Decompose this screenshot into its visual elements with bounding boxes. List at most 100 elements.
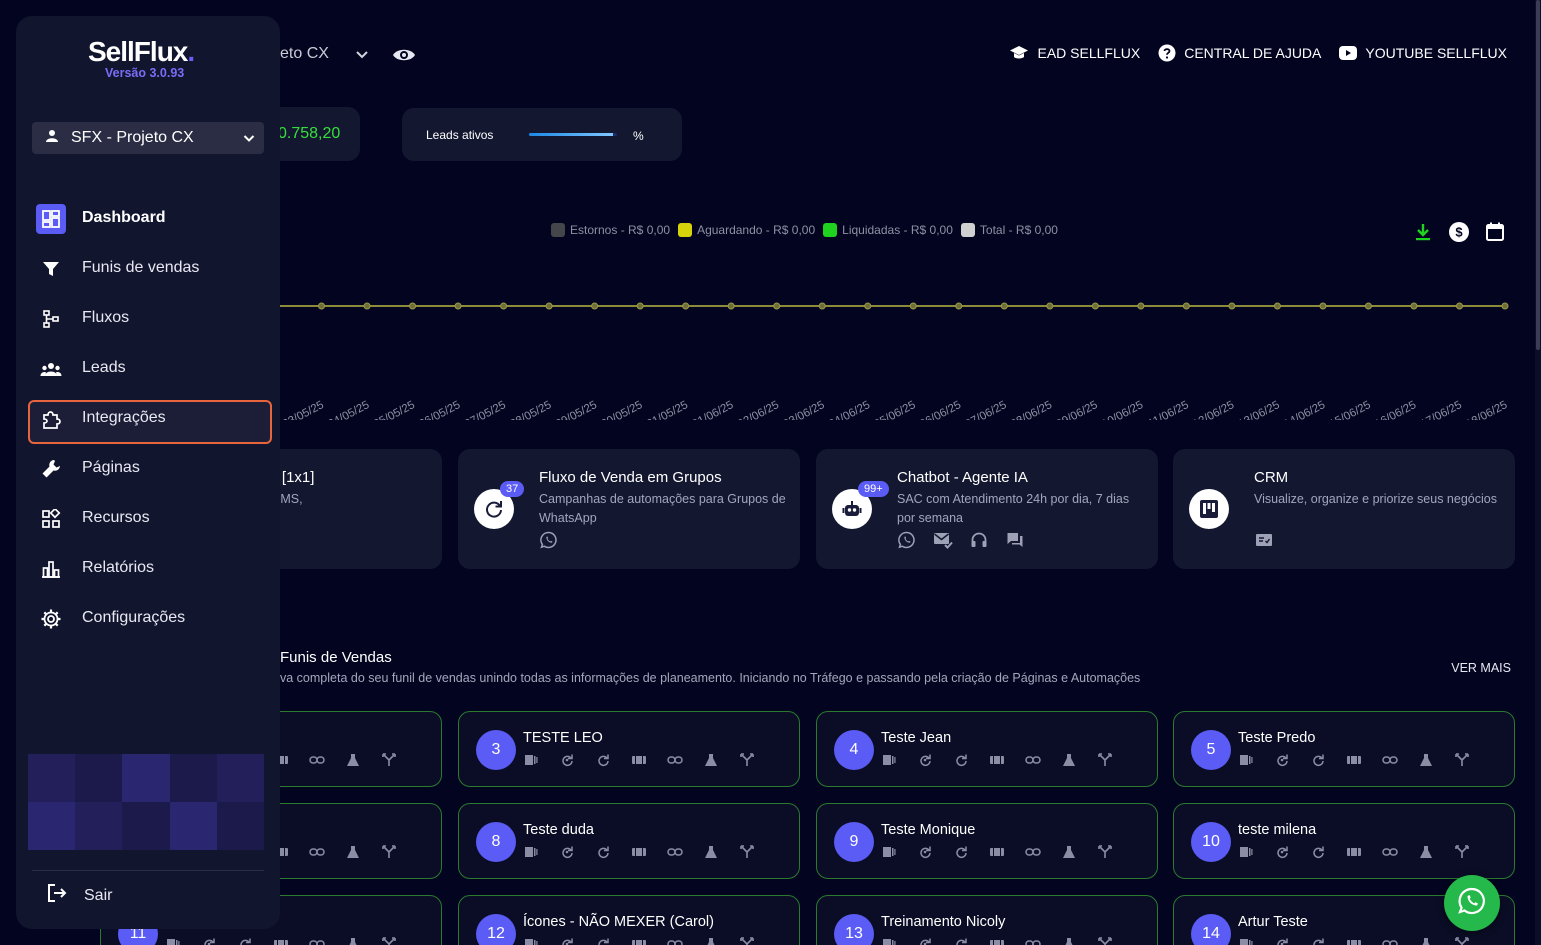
funnel-stage-sync-icon[interactable] bbox=[1274, 753, 1290, 767]
sidebar-item-integracoes[interactable]: Integrações bbox=[28, 394, 272, 444]
funnel-stage-sync-icon[interactable] bbox=[917, 845, 933, 859]
data-point[interactable] bbox=[818, 302, 826, 310]
funnel-stage-sync-icon[interactable] bbox=[1274, 845, 1290, 859]
funnel-stage-refresh-icon[interactable] bbox=[595, 845, 611, 859]
funnel-stage-pages-icon[interactable] bbox=[1238, 937, 1254, 945]
funnel-stage-flask-icon[interactable] bbox=[1418, 753, 1434, 767]
sidebar-item-dashboard[interactable]: Dashboard bbox=[28, 194, 268, 244]
data-point[interactable] bbox=[1137, 302, 1145, 310]
funnel-stage-link-icon[interactable] bbox=[309, 937, 325, 945]
data-point[interactable] bbox=[909, 302, 917, 310]
funnel-card[interactable]: 9 Teste Monique bbox=[816, 803, 1158, 879]
funnel-stage-flask-icon[interactable] bbox=[703, 753, 719, 767]
feature-group-flow-card[interactable]: 37 Fluxo de Venda em Grupos Campanhas de a… bbox=[458, 449, 800, 569]
feature-chatbot-card[interactable]: 99+ Chatbot - Agente IA SAC com Atendiment… bbox=[816, 449, 1158, 569]
funnel-stage-refresh-icon[interactable] bbox=[595, 937, 611, 945]
funnel-stage-refresh-icon[interactable] bbox=[595, 753, 611, 767]
legend-item[interactable]: Liquidadas - R$ 0,00 bbox=[823, 223, 953, 237]
sidebar-item-paginas[interactable]: Páginas bbox=[28, 444, 268, 494]
project-title-partial[interactable]: eto CX bbox=[280, 45, 329, 63]
data-point[interactable] bbox=[1182, 302, 1190, 310]
funnel-stage-flask-icon[interactable] bbox=[1418, 937, 1434, 945]
funnel-stage-pages-icon[interactable] bbox=[881, 937, 897, 945]
data-point[interactable] bbox=[1319, 302, 1327, 310]
funnel-stage-video-icon[interactable] bbox=[1346, 937, 1362, 945]
data-point[interactable] bbox=[1000, 302, 1008, 310]
data-point[interactable] bbox=[545, 302, 553, 310]
funnel-stage-video-icon[interactable] bbox=[989, 845, 1005, 859]
download-icon[interactable] bbox=[1412, 221, 1434, 248]
data-point[interactable] bbox=[1228, 302, 1236, 310]
funnel-stage-split-icon[interactable] bbox=[1454, 845, 1470, 859]
sellflux-logo[interactable]: SellFlux. bbox=[88, 36, 195, 68]
funnel-stage-link-icon[interactable] bbox=[1025, 937, 1041, 945]
funnel-stage-flask-icon[interactable] bbox=[345, 845, 361, 859]
funnel-stage-sync-icon[interactable] bbox=[559, 937, 575, 945]
funnel-stage-split-icon[interactable] bbox=[1097, 845, 1113, 859]
funnel-stage-refresh-icon[interactable] bbox=[1310, 937, 1326, 945]
data-point[interactable] bbox=[1046, 302, 1054, 310]
chevron-down-icon[interactable] bbox=[354, 46, 370, 67]
funnel-card[interactable]: 10 teste milena bbox=[1173, 803, 1515, 879]
funnel-stage-pages-icon[interactable] bbox=[165, 937, 181, 945]
funnel-stage-pages-icon[interactable] bbox=[881, 845, 897, 859]
data-point[interactable] bbox=[636, 302, 644, 310]
funnel-stage-sync-icon[interactable] bbox=[559, 753, 575, 767]
sidebar-item-configuracoes[interactable]: Configurações bbox=[28, 594, 268, 644]
funnel-stage-sync-icon[interactable] bbox=[1274, 937, 1290, 945]
data-point[interactable] bbox=[955, 302, 963, 310]
funnel-stage-link-icon[interactable] bbox=[1025, 845, 1041, 859]
data-point[interactable] bbox=[864, 302, 872, 310]
funnel-stage-pages-icon[interactable] bbox=[523, 753, 539, 767]
funnel-stage-video-icon[interactable] bbox=[989, 937, 1005, 945]
funnel-stage-refresh-icon[interactable] bbox=[953, 753, 969, 767]
funnel-stage-link-icon[interactable] bbox=[1382, 937, 1398, 945]
data-point[interactable] bbox=[1501, 302, 1509, 310]
ver-mais-link[interactable]: VER MAIS bbox=[1451, 661, 1511, 675]
data-point[interactable] bbox=[727, 302, 735, 310]
legend-item[interactable]: Aguardando - R$ 0,00 bbox=[678, 223, 815, 237]
project-select[interactable]: SFX - Projeto CX bbox=[32, 122, 264, 154]
scrollbar-thumb[interactable] bbox=[1536, 0, 1540, 350]
funnel-stage-link-icon[interactable] bbox=[667, 753, 683, 767]
sidebar-item-fluxos[interactable]: Fluxos bbox=[28, 294, 268, 344]
sidebar-item-relatorios[interactable]: Relatórios bbox=[28, 544, 268, 594]
funnel-stage-flask-icon[interactable] bbox=[345, 753, 361, 767]
funnel-stage-video-icon[interactable] bbox=[1346, 753, 1362, 767]
funnel-stage-split-icon[interactable] bbox=[381, 753, 397, 767]
data-point[interactable] bbox=[318, 302, 326, 310]
funnel-stage-refresh-icon[interactable] bbox=[237, 937, 253, 945]
funnel-stage-link-icon[interactable] bbox=[309, 845, 325, 859]
funnel-stage-split-icon[interactable] bbox=[1097, 753, 1113, 767]
funnel-stage-pages-icon[interactable] bbox=[523, 845, 539, 859]
funnel-stage-split-icon[interactable] bbox=[1097, 937, 1113, 945]
funnel-stage-flask-icon[interactable] bbox=[1418, 845, 1434, 859]
funnel-stage-flask-icon[interactable] bbox=[703, 845, 719, 859]
funnel-stage-sync-icon[interactable] bbox=[917, 937, 933, 945]
funnel-stage-video-icon[interactable] bbox=[273, 937, 289, 945]
funnel-stage-refresh-icon[interactable] bbox=[953, 845, 969, 859]
data-point[interactable] bbox=[773, 302, 781, 310]
data-point[interactable] bbox=[454, 302, 462, 310]
funnel-stage-flask-icon[interactable] bbox=[345, 937, 361, 945]
central-de-ajuda-link[interactable]: CENTRAL DE AJUDA bbox=[1158, 44, 1321, 62]
sidebar-item-recursos[interactable]: Recursos bbox=[28, 494, 268, 544]
funnel-stage-pages-icon[interactable] bbox=[1238, 845, 1254, 859]
funnel-stage-pages-icon[interactable] bbox=[1238, 753, 1254, 767]
data-point[interactable] bbox=[591, 302, 599, 310]
ead-sellflux-link[interactable]: EAD SELLFLUX bbox=[1009, 45, 1140, 61]
funnel-card[interactable]: 12 Ícones - NÃO MEXER (Carol) bbox=[458, 895, 800, 945]
funnel-card[interactable]: 4 Teste Jean bbox=[816, 711, 1158, 787]
funnel-stage-split-icon[interactable] bbox=[381, 937, 397, 945]
funnel-stage-flask-icon[interactable] bbox=[1061, 753, 1077, 767]
funnel-stage-link-icon[interactable] bbox=[667, 937, 683, 945]
legend-item[interactable]: Total - R$ 0,00 bbox=[960, 223, 1058, 237]
funnel-stage-link-icon[interactable] bbox=[1382, 753, 1398, 767]
funnel-stage-split-icon[interactable] bbox=[381, 845, 397, 859]
data-point[interactable] bbox=[1364, 302, 1372, 310]
funnel-stage-link-icon[interactable] bbox=[1025, 753, 1041, 767]
funnel-stage-refresh-icon[interactable] bbox=[1310, 845, 1326, 859]
funnel-card[interactable]: 5 Teste Predo bbox=[1173, 711, 1515, 787]
legend-item[interactable]: Estornos - R$ 0,00 bbox=[551, 223, 670, 237]
funnel-stage-split-icon[interactable] bbox=[1454, 937, 1470, 945]
